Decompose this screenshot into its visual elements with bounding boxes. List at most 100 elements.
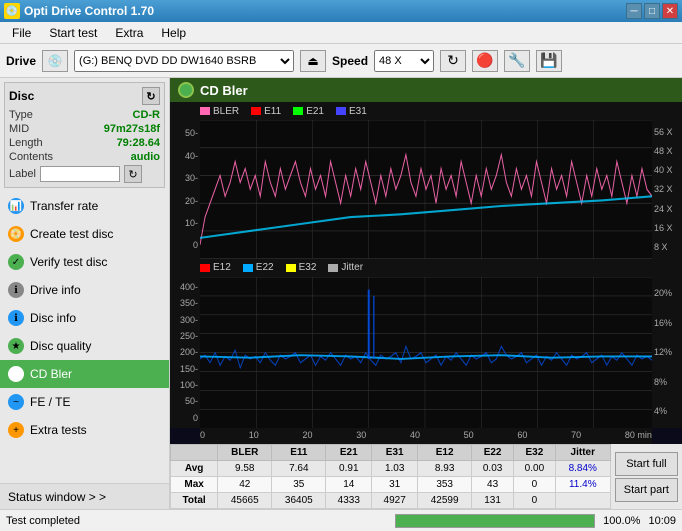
- nav-verify-test-disc[interactable]: ✓ Verify test disc: [0, 248, 169, 276]
- disc-label-input[interactable]: [40, 166, 120, 182]
- top-y-axis-right: 56 X 48 X 40 X 32 X 24 X 16 X 8 X: [652, 120, 682, 259]
- e12-label: E12: [213, 262, 231, 273]
- status-window-button[interactable]: Status window > >: [0, 483, 169, 509]
- legend-e11: E11: [251, 106, 281, 117]
- stats-table-container: BLER E11 E21 E31 E12 E22 E32 Jitter Avg: [170, 444, 611, 509]
- stats-avg-row: Avg 9.58 7.64 0.91 1.03 8.93 0.03 0.00 8…: [171, 461, 611, 477]
- progress-bar-container: [395, 514, 595, 528]
- title-bar-buttons: ─ □ ✕: [626, 3, 678, 19]
- bler-color: [200, 107, 210, 115]
- stats-area: BLER E11 E21 E31 E12 E22 E32 Jitter Avg: [170, 444, 682, 509]
- disc-mid-value: 97m27s18f: [104, 123, 160, 135]
- nav-transfer-rate[interactable]: 📊 Transfer rate: [0, 192, 169, 220]
- disc-type-row: Type CD-R: [9, 109, 160, 121]
- bottom-y-axis: 400- 350- 300- 250- 200- 150- 100- 50- 0: [170, 277, 200, 428]
- disc-length-row: Length 79:28.64: [9, 137, 160, 149]
- nav-disc-quality[interactable]: ★ Disc quality: [0, 332, 169, 360]
- save-button[interactable]: 💾: [536, 50, 562, 72]
- nav-cd-bler[interactable]: ● CD Bler: [0, 360, 169, 388]
- settings-button[interactable]: 🔴: [472, 50, 498, 72]
- maximize-button[interactable]: □: [644, 3, 660, 19]
- nav-create-test-disc[interactable]: 📀 Create test disc: [0, 220, 169, 248]
- stats-table: BLER E11 E21 E31 E12 E22 E32 Jitter Avg: [170, 444, 611, 509]
- col-e21: E21: [326, 445, 372, 461]
- legend-e12: E12: [200, 262, 231, 273]
- bottom-y-axis-right: 20% 16% 12% 8% 4%: [652, 277, 682, 428]
- start-full-button[interactable]: Start full: [615, 452, 678, 476]
- e31-color: [336, 107, 346, 115]
- legend-bler: BLER: [200, 106, 239, 117]
- transfer-rate-icon: 📊: [8, 198, 24, 214]
- bottom-chart-area: 400- 350- 300- 250- 200- 150- 100- 50- 0: [170, 277, 682, 428]
- start-part-button[interactable]: Start part: [615, 478, 678, 502]
- col-jitter: Jitter: [555, 445, 610, 461]
- legend-e22: E22: [243, 262, 274, 273]
- cd-bler-icon: ●: [8, 366, 24, 382]
- disc-info-icon: ℹ: [8, 310, 24, 326]
- menu-file[interactable]: File: [4, 24, 39, 42]
- speed-label: Speed: [332, 54, 368, 68]
- nav-extra-tests[interactable]: + Extra tests: [0, 416, 169, 444]
- disc-header: Disc ↻: [9, 87, 160, 105]
- status-text: Test completed: [6, 515, 387, 527]
- top-y-axis: 50- 40- 30- 20- 10- 0: [170, 120, 200, 259]
- app-icon: 💿: [4, 3, 20, 19]
- tools-button[interactable]: 🔧: [504, 50, 530, 72]
- e22-label: E22: [256, 262, 274, 273]
- speed-select[interactable]: 48 X: [374, 50, 434, 72]
- nav-fe-te-label: FE / TE: [30, 395, 70, 409]
- legend-e31: E31: [336, 106, 367, 117]
- e21-label: E21: [306, 106, 324, 117]
- col-label: [171, 445, 218, 461]
- col-bler: BLER: [218, 445, 272, 461]
- stats-max-row: Max 42 35 14 31 353 43 0 11.4%: [171, 477, 611, 493]
- nav-fe-te[interactable]: ~ FE / TE: [0, 388, 169, 416]
- disc-label-refresh[interactable]: ↻: [124, 165, 142, 183]
- jitter-color: [328, 264, 338, 272]
- top-chart-area: 50- 40- 30- 20- 10- 0: [170, 120, 682, 259]
- menu-help[interactable]: Help: [153, 24, 194, 42]
- disc-refresh-button[interactable]: ↻: [142, 87, 160, 105]
- col-e11: E11: [272, 445, 326, 461]
- status-window-label: Status window > >: [8, 490, 106, 504]
- legend-e21: E21: [293, 106, 324, 117]
- eject-button[interactable]: ⏏: [300, 50, 326, 72]
- top-chart-canvas: [200, 120, 652, 259]
- close-button[interactable]: ✕: [662, 3, 678, 19]
- top-chart-svg: [200, 120, 652, 259]
- col-e12: E12: [418, 445, 472, 461]
- e21-color: [293, 107, 303, 115]
- extra-tests-icon: +: [8, 422, 24, 438]
- title-bar-left: 💿 Opti Drive Control 1.70: [4, 3, 154, 19]
- col-e32: E32: [514, 445, 556, 461]
- bler-label: BLER: [213, 106, 239, 117]
- disc-contents-row: Contents audio: [9, 151, 160, 163]
- legend-jitter: Jitter: [328, 262, 363, 273]
- stats-header-row: BLER E11 E21 E31 E12 E22 E32 Jitter: [171, 445, 611, 461]
- disc-label-label: Label: [9, 168, 36, 180]
- chart-header: CD Bler: [170, 78, 682, 102]
- nav-drive-info[interactable]: ℹ Drive info: [0, 276, 169, 304]
- bottom-chart-canvas: [200, 277, 652, 428]
- nav-extra-tests-label: Extra tests: [30, 423, 87, 437]
- menu-extra[interactable]: Extra: [107, 24, 151, 42]
- stats-total-row: Total 45665 36405 4333 4927 42599 131 0: [171, 493, 611, 509]
- content-area: CD Bler BLER E11 E21 E31: [170, 78, 682, 509]
- menu-start-test[interactable]: Start test: [41, 24, 105, 42]
- fe-te-icon: ~: [8, 394, 24, 410]
- disc-label-row: Label ↻: [9, 165, 160, 183]
- legend-e32: E32: [286, 262, 317, 273]
- drive-select[interactable]: (G:) BENQ DVD DD DW1640 BSRB: [74, 50, 294, 72]
- verify-test-disc-icon: ✓: [8, 254, 24, 270]
- nav-disc-quality-label: Disc quality: [30, 339, 91, 353]
- minimize-button[interactable]: ─: [626, 3, 642, 19]
- x-axis: 0 10 20 30 40 50 60 70 80 min: [200, 428, 652, 444]
- disc-type-label: Type: [9, 109, 33, 121]
- nav-disc-info[interactable]: ℹ Disc info: [0, 304, 169, 332]
- nav-disc-info-label: Disc info: [30, 311, 76, 325]
- disc-contents-value: audio: [131, 151, 160, 163]
- e11-color: [251, 107, 261, 115]
- refresh-button[interactable]: ↻: [440, 50, 466, 72]
- sidebar: Disc ↻ Type CD-R MID 97m27s18f Length 79…: [0, 78, 170, 509]
- drive-info-icon: ℹ: [8, 282, 24, 298]
